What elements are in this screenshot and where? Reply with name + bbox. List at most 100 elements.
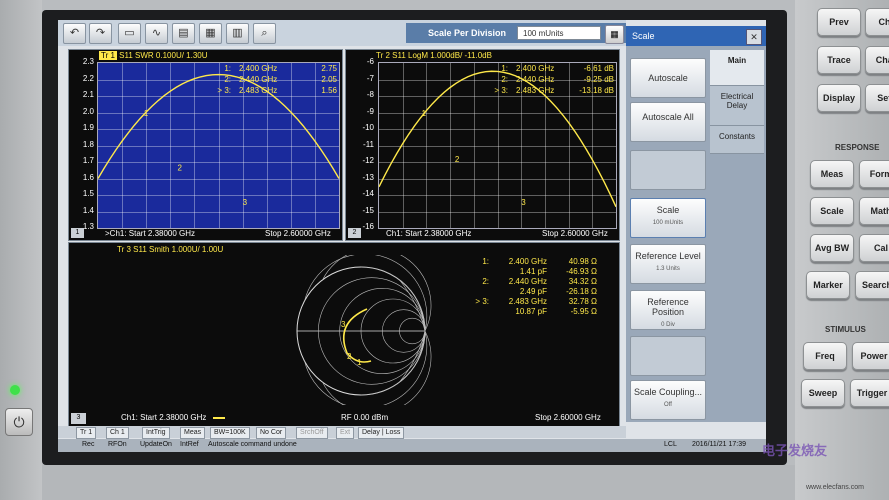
trace1-pane[interactable]: Tr 1 S11 SWR 0.100U/ 1.30U 1 2 3 2.3 2.2 2.1…: [68, 49, 343, 241]
smith-marker-label: 2: [347, 352, 352, 361]
y-tick-label: 1.6: [82, 172, 94, 182]
save-icon[interactable]: ▦: [199, 23, 222, 44]
power-key[interactable]: Power: [852, 342, 889, 370]
y-tick-label: 2.1: [82, 90, 94, 99]
y-tick-label: -9: [366, 106, 374, 116]
status-meas[interactable]: Meas: [180, 427, 206, 439]
meas-key[interactable]: Meas: [810, 160, 854, 188]
search-key[interactable]: Search: [855, 271, 889, 299]
blank-softkey: [630, 336, 706, 376]
status-channel[interactable]: Ch 1: [106, 427, 129, 439]
folder-icon[interactable]: ▭: [118, 23, 141, 44]
status-ext[interactable]: Ext: [336, 427, 355, 439]
zoom-icon[interactable]: ⌕: [253, 23, 276, 44]
blank-softkey: [630, 150, 706, 190]
reference-level-button[interactable]: Reference Level 1.3 Units: [630, 244, 706, 284]
y-tick-label: 1.4: [82, 205, 94, 215]
y-tick-label: -14: [362, 189, 374, 198]
status-correction[interactable]: No Cor: [256, 427, 287, 439]
status-search[interactable]: SrchOff: [296, 427, 328, 439]
marker-row: 2: 2.440 GHz -9.25 dB: [501, 75, 614, 84]
marker-row: 1.41 pF -46.93 Ω: [519, 267, 597, 276]
format-key[interactable]: Form: [859, 160, 889, 188]
autoscale-all-button[interactable]: Autoscale All: [630, 102, 706, 142]
trigger-key[interactable]: Trigger: [850, 379, 889, 407]
status-delay-loss[interactable]: Delay | Loss: [358, 427, 405, 439]
y-tick-label: -7: [366, 73, 374, 83]
pane-number: 3: [71, 413, 86, 424]
pane-number: 2: [348, 228, 361, 238]
status-trigger[interactable]: IntTrig: [142, 427, 170, 439]
analyzer-screen: ↶ ↷ ▭ ∿ ▤ ▦ ▥ ⌕ Scale Per Division 100 m…: [58, 20, 766, 452]
y-tick-label: 2.2: [82, 73, 94, 83]
scale-panel-title: Scale: [626, 26, 766, 46]
scale-coupling-label: Scale Coupling...: [633, 387, 703, 397]
trace3-pane[interactable]: Tr 3 S11 Smith 1.000U/ 1.00U 3 21 1: 2.400…: [68, 242, 620, 427]
stimulus-section-label: STIMULUS: [825, 325, 866, 334]
tab-main[interactable]: Main: [710, 50, 764, 86]
trace2-tab[interactable]: Tr 2: [376, 51, 390, 60]
smith-marker-label: 3: [341, 320, 346, 329]
status-message: Autoscale command undone: [208, 441, 297, 448]
print-icon[interactable]: ▤: [172, 23, 195, 44]
toolbar: ↶ ↷ ▭ ∿ ▤ ▦ ▥ ⌕ Scale Per Division 100 m…: [58, 20, 626, 46]
marker-row: 1: 2.400 GHz 40.98 Ω: [482, 257, 597, 266]
autoscale-label: Autoscale: [648, 73, 688, 83]
status-trace[interactable]: Tr 1: [76, 427, 97, 439]
scale-panel: Scale ✕ Main Electrical Delay Constants …: [626, 26, 766, 422]
prev-key[interactable]: Prev: [817, 8, 861, 36]
trace3-power: RF 0.00 dBm: [341, 413, 389, 422]
sweep-key[interactable]: Sweep: [801, 379, 845, 407]
smith-chart[interactable]: 3 21: [279, 255, 444, 405]
avg-bw-key[interactable]: Avg BW: [810, 234, 854, 262]
watermark-url: www.elecfans.com: [806, 484, 864, 491]
trash-icon[interactable]: ▥: [226, 23, 249, 44]
marker-label: 1: [422, 109, 427, 118]
y-tick-label: 1.7: [82, 156, 94, 165]
tab-electrical-delay[interactable]: Electrical Delay: [710, 86, 764, 126]
trace2-pane[interactable]: Tr 2 S11 LogM 1.000dB/ -11.0dB 1 2 3 -6 -7 -…: [345, 49, 620, 241]
channel-key[interactable]: Cha: [865, 8, 889, 36]
marker-key[interactable]: Marker: [806, 271, 850, 299]
trace3-title: Tr 3 S11 Smith 1.000U/ 1.00U: [117, 245, 224, 254]
cal-key[interactable]: Cal: [859, 234, 889, 262]
tab-constants[interactable]: Constants: [710, 126, 764, 154]
keypad-icon[interactable]: ▦: [605, 25, 624, 44]
y-tick-label: -10: [362, 123, 374, 132]
chan-key[interactable]: Chan: [865, 46, 889, 74]
autoscale-button[interactable]: Autoscale: [630, 58, 706, 98]
marker-row: 2: 2.440 GHz 34.32 Ω: [482, 277, 597, 286]
trace1-start: >Ch1: Start 2.38000 GHz: [105, 229, 196, 238]
status-bar-2: Rec RFOn UpdateOn IntRef Autoscale comma…: [58, 439, 766, 452]
marker-icon[interactable]: ∿: [145, 23, 168, 44]
marker-label: 2: [178, 163, 183, 172]
y-tick-label: -13: [362, 172, 374, 182]
trace1-tab[interactable]: Tr 1: [99, 51, 117, 60]
freq-key[interactable]: Freq: [803, 342, 847, 370]
scale-value: 100 mUnits: [652, 220, 684, 226]
trace1-stop: Stop 2.60000 GHz: [265, 229, 331, 238]
scale-label: Scale: [656, 205, 680, 215]
scale-per-division-label: Scale Per Division: [428, 28, 507, 38]
undo-icon[interactable]: ↶: [63, 23, 86, 44]
trace2-start: Ch1: Start 2.38000 GHz: [386, 229, 472, 238]
status-bandwidth[interactable]: BW=100K: [210, 427, 250, 439]
redo-icon[interactable]: ↷: [89, 23, 112, 44]
scale-button[interactable]: Scale 100 mUnits: [630, 198, 706, 238]
power-button[interactable]: ⏻: [5, 408, 33, 436]
scale-per-division-input[interactable]: 100 mUnits: [517, 26, 601, 40]
scale-key[interactable]: Scale: [810, 197, 854, 225]
math-key[interactable]: Math: [859, 197, 889, 225]
setup-key[interactable]: Setu: [865, 84, 889, 112]
scale-coupling-button[interactable]: Scale Coupling... Off: [630, 380, 706, 420]
close-icon[interactable]: ✕: [746, 29, 762, 45]
display-key[interactable]: Display: [817, 84, 861, 112]
y-tick-label: 1.9: [82, 123, 94, 132]
autoscale-all-label: Autoscale All: [642, 112, 694, 122]
reference-position-button[interactable]: Reference Position 0 Div: [630, 290, 706, 330]
marker-label: 3: [521, 198, 526, 207]
trace-key[interactable]: Trace: [817, 46, 861, 74]
y-tick-label: 1.5: [82, 189, 94, 198]
status-rf: RFOn: [108, 441, 127, 448]
smith-reactance-arc: [304, 255, 428, 332]
